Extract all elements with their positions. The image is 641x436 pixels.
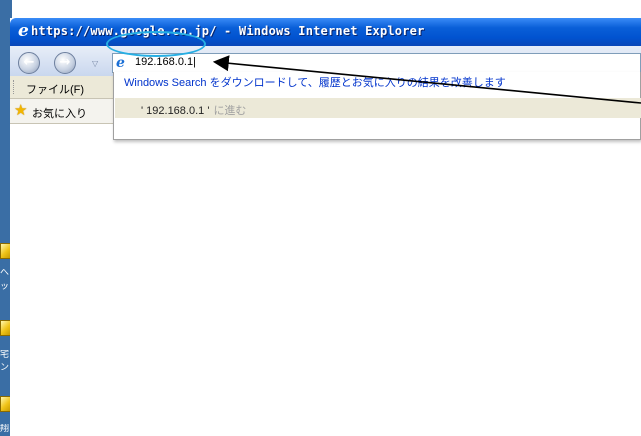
annotation-arrow (212, 55, 641, 104)
